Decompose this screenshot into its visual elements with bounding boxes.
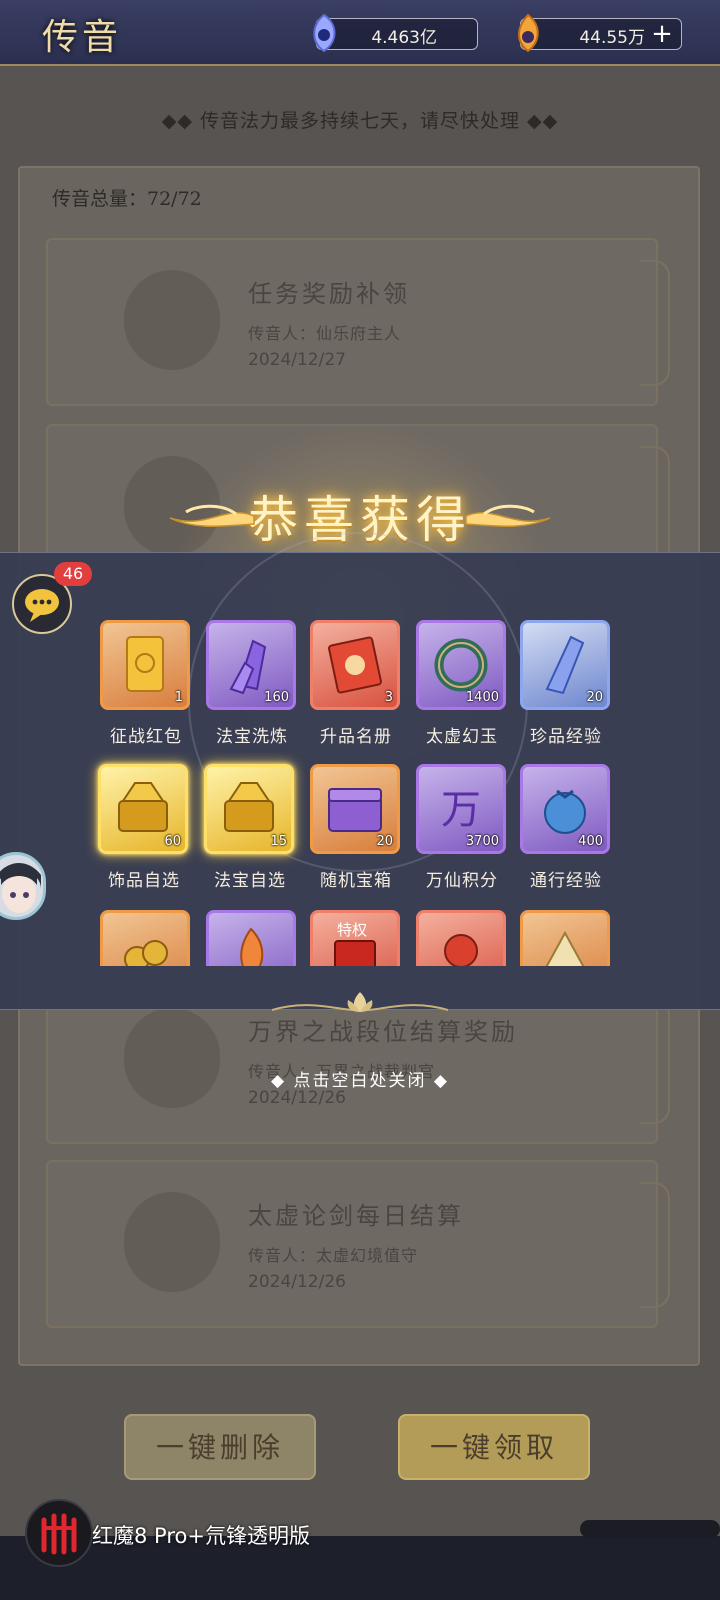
- item-name: 通行经验: [530, 871, 602, 891]
- mail-item[interactable]: 太虚论剑每日结算 传音人：太虚幻境值守 2024/12/26: [46, 1160, 670, 1328]
- mail-tab: [640, 998, 670, 1124]
- item-quantity: 3700: [465, 834, 499, 849]
- privilege-box-icon: 特权: [334, 921, 376, 966]
- reward-item[interactable]: 1 征战红包: [100, 620, 192, 750]
- reward-item[interactable]: 400 通行经验: [520, 764, 612, 894]
- item-quantity: 20: [586, 690, 603, 705]
- item-name: 太虚幻玉: [426, 727, 498, 747]
- flame-coin-icon: [518, 13, 539, 53]
- item-frame: 3: [310, 620, 400, 710]
- item-name: 升品名册: [320, 727, 392, 747]
- item-frame: 1400: [416, 620, 506, 710]
- reward-item[interactable]: 160 法宝洗炼: [206, 620, 298, 750]
- reward-item[interactable]: 20 随机宝箱: [310, 764, 402, 894]
- item-name: 法宝洗炼: [216, 727, 288, 747]
- device-watermark: 红魔8 Pro+氘锋透明版: [92, 1524, 310, 1548]
- item-frame: 20: [520, 620, 610, 710]
- reward-item[interactable]: 3 升品名册: [310, 620, 402, 750]
- item-frame: 160: [206, 620, 296, 710]
- item-name: 万仙积分: [426, 871, 498, 891]
- delete-all-button[interactable]: 一键删除: [124, 1414, 316, 1480]
- item-frame: 20: [310, 764, 400, 854]
- item-name: 征战红包: [110, 727, 182, 747]
- mail-title: 任务奖励补领: [248, 280, 410, 308]
- reward-item[interactable]: 60 饰品自选: [98, 764, 190, 894]
- item-frame: 60: [98, 764, 188, 854]
- mail-item[interactable]: 任务奖励补领 传音人：仙乐府主人 2024/12/27: [46, 238, 670, 406]
- item-frame: [100, 910, 190, 966]
- jade-currency[interactable]: 4.463亿: [313, 13, 478, 53]
- flame-icon: [240, 927, 264, 966]
- mail-tab: [640, 1182, 670, 1308]
- add-currency-button[interactable]: +: [649, 19, 675, 49]
- red-scroll-icon: [444, 934, 478, 966]
- reward-item[interactable]: [100, 910, 192, 966]
- claim-all-button[interactable]: 一键领取: [398, 1414, 590, 1480]
- item-quantity: 60: [164, 834, 181, 849]
- reward-item[interactable]: [206, 910, 298, 966]
- item-name: 随机宝箱: [320, 871, 392, 891]
- item-quantity: 20: [376, 834, 393, 849]
- reward-item[interactable]: 1400 太虚幻玉: [416, 620, 508, 750]
- coins-icon: [124, 940, 168, 966]
- expiry-notice: ◆◆ 传音法力最多持续七天，请尽快处理 ◆◆: [161, 110, 559, 132]
- wan-glyph: 万: [441, 787, 481, 833]
- item-frame: 特权: [310, 910, 400, 966]
- item-frame: 万 3700: [416, 764, 506, 854]
- item-quantity: 160: [264, 690, 289, 705]
- reward-item[interactable]: 万 3700 万仙积分: [416, 764, 508, 894]
- sender-portrait: [124, 1192, 220, 1292]
- mail-date: 2024/12/26: [248, 1272, 346, 1292]
- lotus-ornament-icon: [272, 992, 448, 1012]
- cloud-wing-icon: [169, 504, 255, 527]
- reward-item[interactable]: 特权: [310, 910, 402, 966]
- item-frame: [206, 910, 296, 966]
- mail-tab: [640, 260, 670, 386]
- gold-amount: 44.55万: [579, 28, 645, 48]
- sender-portrait: [124, 1008, 220, 1108]
- item-frame: 1: [100, 620, 190, 710]
- fan-icon: [545, 930, 585, 966]
- item-name: 饰品自选: [108, 871, 180, 891]
- home-indicator[interactable]: [580, 1520, 720, 1538]
- item-quantity: 1400: [465, 690, 499, 705]
- reward-item[interactable]: [520, 910, 612, 966]
- mail-date: 2024/12/27: [248, 350, 346, 370]
- reward-item[interactable]: 20 珍品经验: [520, 620, 612, 750]
- mail-title: 万界之战段位结算奖励: [248, 1018, 518, 1046]
- item-frame: 400: [520, 764, 610, 854]
- mail-date: 2024/12/26: [248, 1088, 346, 1108]
- mail-sender: 传音人：仙乐府主人: [248, 324, 402, 343]
- item-frame: 15: [204, 764, 294, 854]
- item-frame: [520, 910, 610, 966]
- item-frame: [416, 910, 506, 966]
- chat-unread-badge: 46: [54, 562, 92, 586]
- item-quantity: 1: [174, 690, 183, 705]
- reward-grid[interactable]: 1 征战红包 160 法宝洗炼 3 升品名册 1400 太虚幻玉 20 珍品经验…: [0, 612, 720, 966]
- reward-item[interactable]: [416, 910, 508, 966]
- item-quantity: 3: [384, 690, 393, 705]
- item-name: 法宝自选: [214, 871, 286, 891]
- cloud-wing-icon: [465, 504, 551, 527]
- item-quantity: 400: [578, 834, 603, 849]
- close-hint: ◆ 点击空白处关闭 ◆: [271, 1071, 449, 1091]
- mail-total: 传音总量：72/72: [52, 188, 202, 210]
- sender-portrait: [124, 270, 220, 370]
- mail-title: 太虚论剑每日结算: [248, 1202, 464, 1230]
- item-name: 珍品经验: [530, 727, 602, 747]
- mail-sender: 传音人：太虚幻境值守: [248, 1246, 419, 1265]
- reward-item[interactable]: 15 法宝自选: [204, 764, 296, 894]
- page-title: 传音: [42, 17, 123, 58]
- privilege-label: 特权: [337, 921, 367, 939]
- jade-orb-icon: [313, 13, 336, 53]
- gold-currency[interactable]: 44.55万 +: [518, 13, 682, 53]
- jade-amount: 4.463亿: [371, 28, 437, 48]
- red-magic-logo-icon: [25, 1499, 93, 1567]
- top-bar: 传音 4.463亿 44.55万 +: [0, 0, 720, 66]
- item-quantity: 15: [270, 834, 287, 849]
